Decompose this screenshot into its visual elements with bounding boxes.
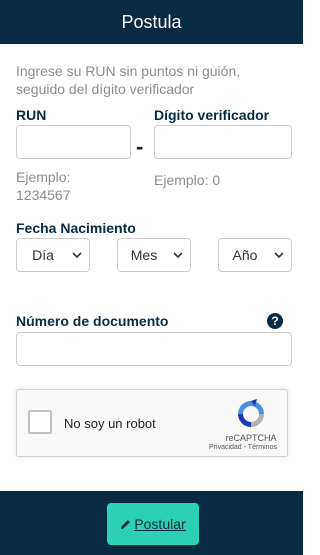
month-select[interactable]: Mes <box>117 238 191 272</box>
submit-label: Postular <box>134 516 186 532</box>
document-input[interactable] <box>16 332 292 366</box>
document-label: Número de documento <box>16 313 169 329</box>
recaptcha-widget: No soy un robot reCAPTCHA Privacidad - T… <box>16 389 288 457</box>
year-select-value: Año <box>232 247 258 263</box>
month-select-value: Mes <box>130 247 158 263</box>
question-circle-icon[interactable]: ? <box>267 313 283 329</box>
recaptcha-label: No soy un robot <box>64 416 156 431</box>
run-separator: - <box>136 134 144 159</box>
recaptcha-logo-icon <box>238 399 264 427</box>
page-title: Postula <box>121 11 182 32</box>
application-page: Postula Ingrese su RUN sin puntos ni gui… <box>0 0 303 555</box>
run-label: RUN <box>16 107 47 123</box>
submit-button[interactable]: Postular <box>107 503 199 545</box>
pencil-icon <box>121 519 131 529</box>
run-input[interactable] <box>16 125 131 159</box>
recaptcha-checkbox[interactable] <box>28 410 52 434</box>
recaptcha-links[interactable]: Privacidad - Términos <box>197 444 289 451</box>
dv-label: Dígito verificador <box>154 107 270 123</box>
run-instructions: Ingrese su RUN sin puntos ni guión, segu… <box>16 63 241 97</box>
run-hint: Ejemplo: 1234567 <box>16 169 71 203</box>
dv-input[interactable] <box>154 125 292 159</box>
recaptcha-brand: reCAPTCHA <box>225 433 277 443</box>
day-select[interactable]: Día <box>16 238 90 272</box>
dv-hint: Ejemplo: 0 <box>154 172 221 188</box>
year-select[interactable]: Año <box>218 238 292 272</box>
birthdate-label: Fecha Nacimiento <box>16 220 136 236</box>
chevron-down-icon <box>271 238 287 272</box>
header-bar: Postula <box>0 0 303 44</box>
chevron-down-icon <box>170 238 186 272</box>
chevron-down-icon <box>69 238 85 272</box>
day-select-value: Día <box>32 247 54 263</box>
